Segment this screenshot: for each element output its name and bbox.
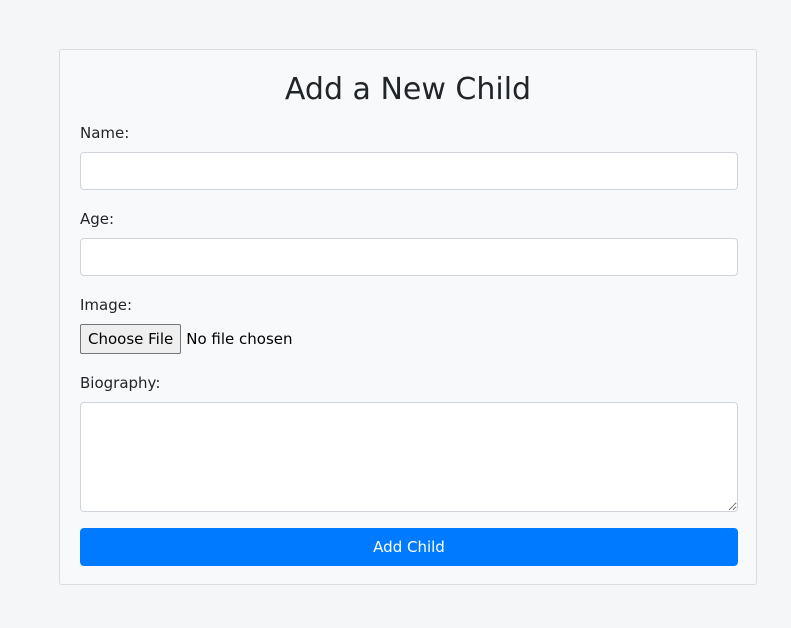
choose-file-button[interactable]: Choose File	[80, 324, 182, 354]
image-label: Image:	[80, 296, 133, 314]
page-title: Add a New Child	[284, 72, 532, 107]
image-file-picker: Choose File No file chosen	[80, 324, 293, 354]
add-child-card: Add a New Child Name: Age: Image: Choose…	[59, 49, 757, 585]
name-label: Name:	[80, 124, 130, 142]
biography-label: Biography:	[80, 374, 161, 392]
add-child-button[interactable]: Add Child	[80, 528, 738, 566]
age-label: Age:	[80, 210, 115, 228]
biography-textarea[interactable]	[80, 402, 738, 512]
file-status-text: No file chosen	[186, 330, 293, 348]
age-input[interactable]	[80, 238, 738, 276]
name-input[interactable]	[80, 152, 738, 190]
